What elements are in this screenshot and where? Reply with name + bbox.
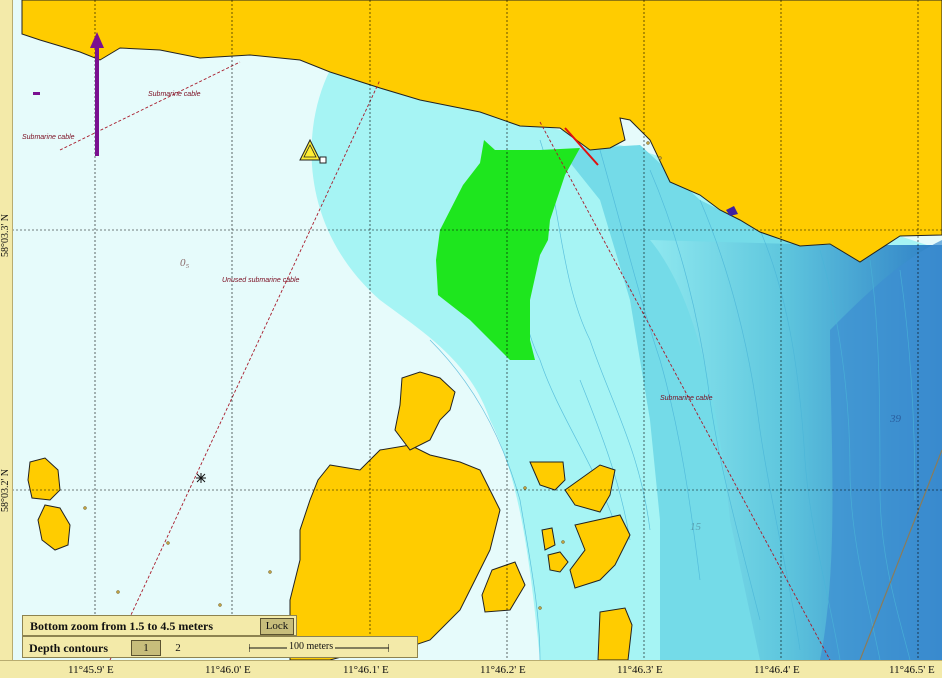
- depth-sounding-39: 39: [889, 413, 902, 425]
- latitude-label-2: 58°03.2' N: [0, 468, 11, 512]
- bottom-zoom-text: Bottom zoom from 1.5 to 4.5 meters: [30, 619, 214, 633]
- rock-asterisk-icon: [196, 473, 206, 483]
- marker-dash: [33, 92, 40, 95]
- longitude-label-1: 11°45.9' E: [68, 664, 114, 676]
- label-submarine-cable-2: Submarine cable: [22, 134, 75, 141]
- bottom-zoom-panel: Bottom zoom from 1.5 to 4.5 meters Lock: [22, 615, 297, 636]
- islet-south[interactable]: [597, 607, 633, 661]
- depth-sounding-0: 0₅: [180, 257, 190, 269]
- depth-contour-option-1[interactable]: 1: [131, 640, 161, 656]
- longitude-label-2: 11°46.0' E: [205, 664, 251, 676]
- scale-bar-label: 100 meters: [287, 641, 336, 652]
- depth-sounding-15: 15: [690, 521, 702, 533]
- lock-button[interactable]: Lock: [260, 618, 294, 635]
- scale-bar: 100 meters: [248, 641, 390, 655]
- longitude-label-4: 11°46.2' E: [480, 664, 526, 676]
- longitude-ruler: [0, 660, 942, 678]
- label-submarine-cable-3: Submarine cable: [660, 395, 713, 402]
- chart-canvas[interactable]: Submarine cable Submarine cable Submarin…: [0, 0, 942, 678]
- latitude-label-1: 58°03.3' N: [0, 213, 11, 257]
- depth-contour-option-2[interactable]: 2: [163, 640, 193, 656]
- label-unused-cable: Unused submarine cable: [222, 277, 300, 284]
- longitude-label-6: 11°46.4' E: [754, 664, 800, 676]
- longitude-label-7: 11°46.5' E: [889, 664, 935, 676]
- longitude-label-5: 11°46.3' E: [617, 664, 663, 676]
- latitude-ruler: [0, 0, 13, 678]
- depth-contours-label: Depth contours: [29, 641, 109, 655]
- label-submarine-cable-1: Submarine cable: [148, 91, 201, 98]
- longitude-label-3: 11°46.1' E: [343, 664, 389, 676]
- depth-contours-panel: Depth contours 1 2 100 meters: [22, 636, 418, 658]
- nautical-chart[interactable]: Submarine cable Submarine cable Submarin…: [0, 0, 942, 678]
